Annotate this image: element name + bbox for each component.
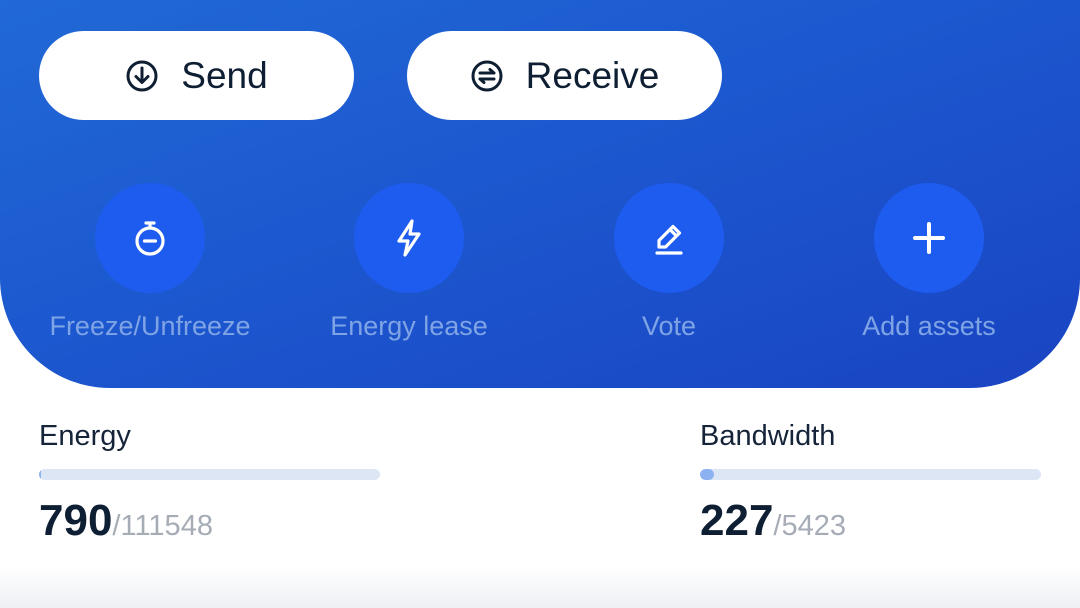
energy-total: /111548: [112, 510, 213, 542]
hero-panel: Send Receive Freeze/Unfreeze Energy leas…: [0, 0, 1080, 388]
receive-label: Receive: [525, 54, 660, 96]
vote-label: Vote: [641, 311, 697, 341]
freeze-icon-circle: [95, 183, 205, 293]
add-assets-button[interactable]: Add assets: [799, 183, 1059, 342]
energy-lease-label: Energy lease: [330, 311, 488, 341]
energy-progress-bar: [39, 469, 380, 480]
bottom-fade: [0, 568, 1080, 608]
send-button[interactable]: Send: [39, 31, 354, 120]
send-label: Send: [181, 54, 268, 96]
vote-icon-circle: [614, 183, 724, 293]
energy-icon-circle: [354, 183, 464, 293]
vote-button[interactable]: Vote: [539, 183, 799, 342]
freeze-unfreeze-button[interactable]: Freeze/Unfreeze: [20, 183, 280, 342]
bandwidth-current: 227: [700, 496, 774, 545]
energy-lease-button[interactable]: Energy lease: [279, 183, 539, 342]
lightning-icon: [397, 219, 421, 257]
energy-resource: Energy 790/111548: [39, 420, 380, 546]
swap-circle-icon: [470, 59, 504, 93]
wallet-screen: Send Receive Freeze/Unfreeze Energy leas…: [0, 0, 1080, 608]
energy-title: Energy: [39, 420, 131, 452]
bandwidth-progress-bar: [700, 469, 1041, 480]
energy-progress-fill: [39, 469, 42, 480]
energy-current: 790: [39, 496, 113, 545]
stopwatch-icon: [135, 221, 165, 256]
pencil-icon: [655, 224, 683, 255]
bandwidth-resource: Bandwidth 227/5423: [700, 420, 1041, 546]
add-icon-circle: [874, 183, 984, 293]
bandwidth-total: /5423: [773, 510, 846, 542]
freeze-unfreeze-label: Freeze/Unfreeze: [49, 311, 251, 341]
bandwidth-progress-fill: [700, 469, 715, 480]
bandwidth-title: Bandwidth: [700, 420, 836, 452]
add-assets-label: Add assets: [862, 311, 996, 341]
arrow-down-circle-icon: [125, 59, 159, 93]
bandwidth-values: 227/5423: [700, 496, 1041, 546]
plus-icon: [913, 222, 945, 254]
energy-values: 790/111548: [39, 496, 380, 546]
receive-button[interactable]: Receive: [407, 31, 722, 120]
